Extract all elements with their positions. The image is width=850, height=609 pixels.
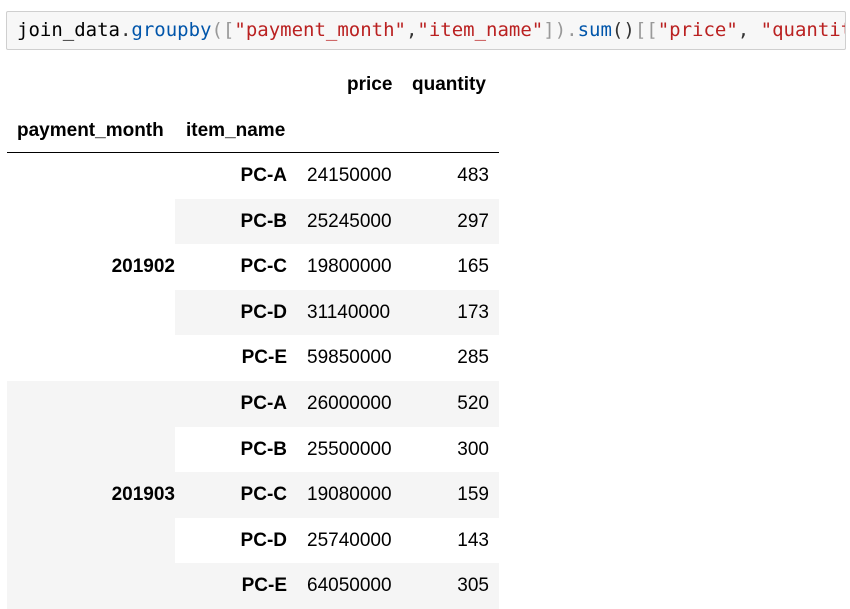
quantity-cell: 300	[457, 438, 489, 460]
item-name-cell: PC-A	[240, 393, 287, 414]
quantity-cell: 143	[457, 529, 489, 551]
price-cell: 59850000	[307, 347, 392, 369]
code-open-bracket: ([	[211, 19, 235, 41]
code-call-parens: ()	[611, 19, 635, 41]
item-name-cell: PC-C	[240, 484, 287, 506]
column-header-price: price	[347, 74, 393, 95]
price-cell: 64050000	[307, 575, 392, 597]
price-cell: 24150000	[307, 165, 392, 186]
price-cell: 19080000	[307, 484, 392, 506]
item-name-cell: PC-D	[240, 529, 287, 551]
index-header-item-name: item_name	[186, 120, 286, 141]
payment-month-label: 201902	[111, 256, 175, 277]
price-cell: 19800000	[307, 256, 392, 278]
code-variable: join_data	[17, 19, 120, 41]
item-name-cell: PC-A	[240, 165, 287, 186]
quantity-cell: 285	[457, 347, 489, 369]
price-cell: 25500000	[307, 438, 392, 460]
item-name-cell: PC-B	[240, 438, 287, 460]
quantity-cell: 483	[457, 165, 489, 186]
payment-month-label: 201903	[111, 484, 175, 505]
code-select-price: "price"	[657, 19, 738, 41]
code-arg-item-name: "item_name"	[417, 19, 544, 41]
item-name-cell: PC-E	[241, 347, 287, 369]
header-divider	[7, 152, 499, 153]
quantity-cell: 520	[457, 393, 489, 414]
code-comma: ,	[405, 19, 418, 41]
price-cell: 25245000	[307, 210, 392, 232]
code-arg-payment-month: "payment_month"	[234, 19, 406, 41]
code-select-open: [[	[634, 19, 658, 41]
code-close-bracket: ]).	[543, 19, 578, 41]
price-cell: 26000000	[307, 393, 392, 414]
quantity-cell: 305	[457, 575, 489, 597]
quantity-cell: 173	[457, 301, 489, 323]
item-name-cell: PC-B	[240, 210, 287, 232]
code-sum-method: sum	[577, 19, 612, 41]
item-name-cell: PC-C	[240, 256, 287, 278]
code-select-quantity: "quantity"	[760, 19, 845, 41]
dataframe-output: price quantity payment_month item_name 2…	[7, 62, 499, 609]
price-cell: 31140000	[307, 301, 391, 323]
code-cell-input[interactable]: join_data.groupby(["payment_month","item…	[6, 11, 846, 50]
quantity-cell: 165	[457, 256, 489, 278]
column-header-quantity: quantity	[412, 74, 486, 95]
quantity-cell: 297	[457, 210, 489, 232]
price-cell: 25740000	[307, 529, 392, 551]
code-groupby-method: groupby	[131, 19, 212, 41]
code-select-comma: ,	[737, 19, 761, 41]
code-dot: .	[119, 19, 132, 41]
item-name-cell: PC-D	[240, 301, 287, 323]
quantity-cell: 159	[457, 484, 489, 506]
item-name-cell: PC-E	[241, 575, 287, 597]
index-header-payment-month: payment_month	[17, 120, 164, 141]
